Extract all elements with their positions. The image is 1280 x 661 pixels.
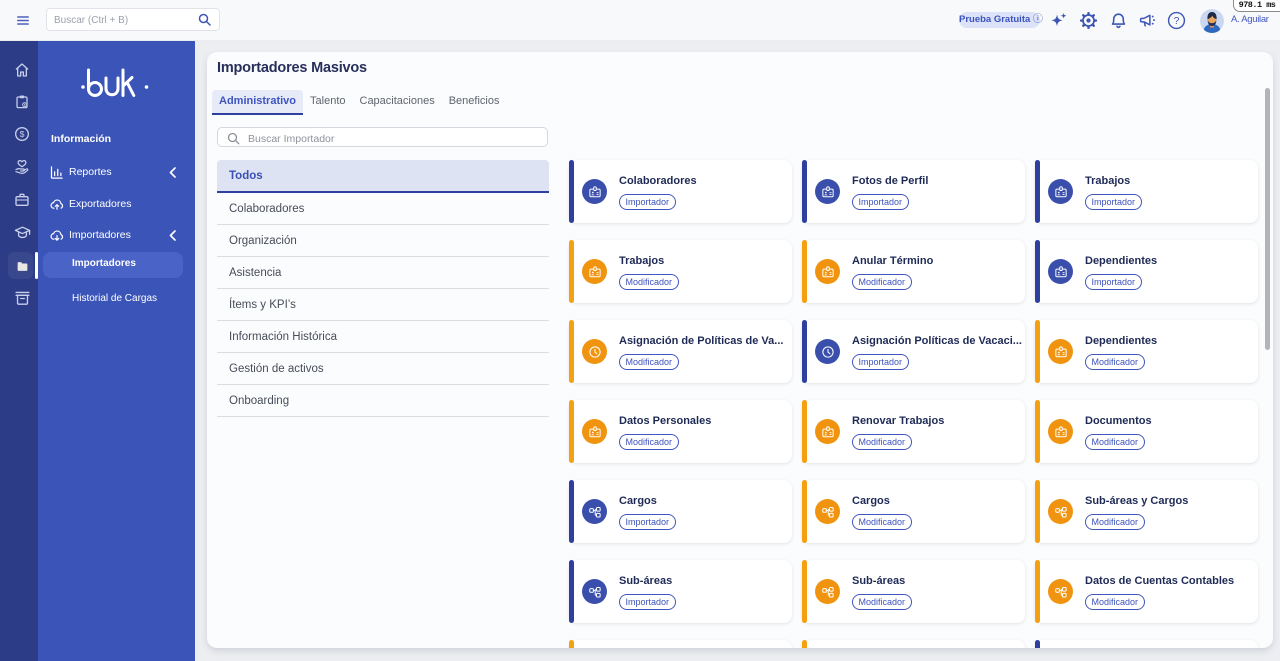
svg-text:$: $ (20, 129, 25, 139)
svg-text:?: ? (1174, 16, 1180, 27)
